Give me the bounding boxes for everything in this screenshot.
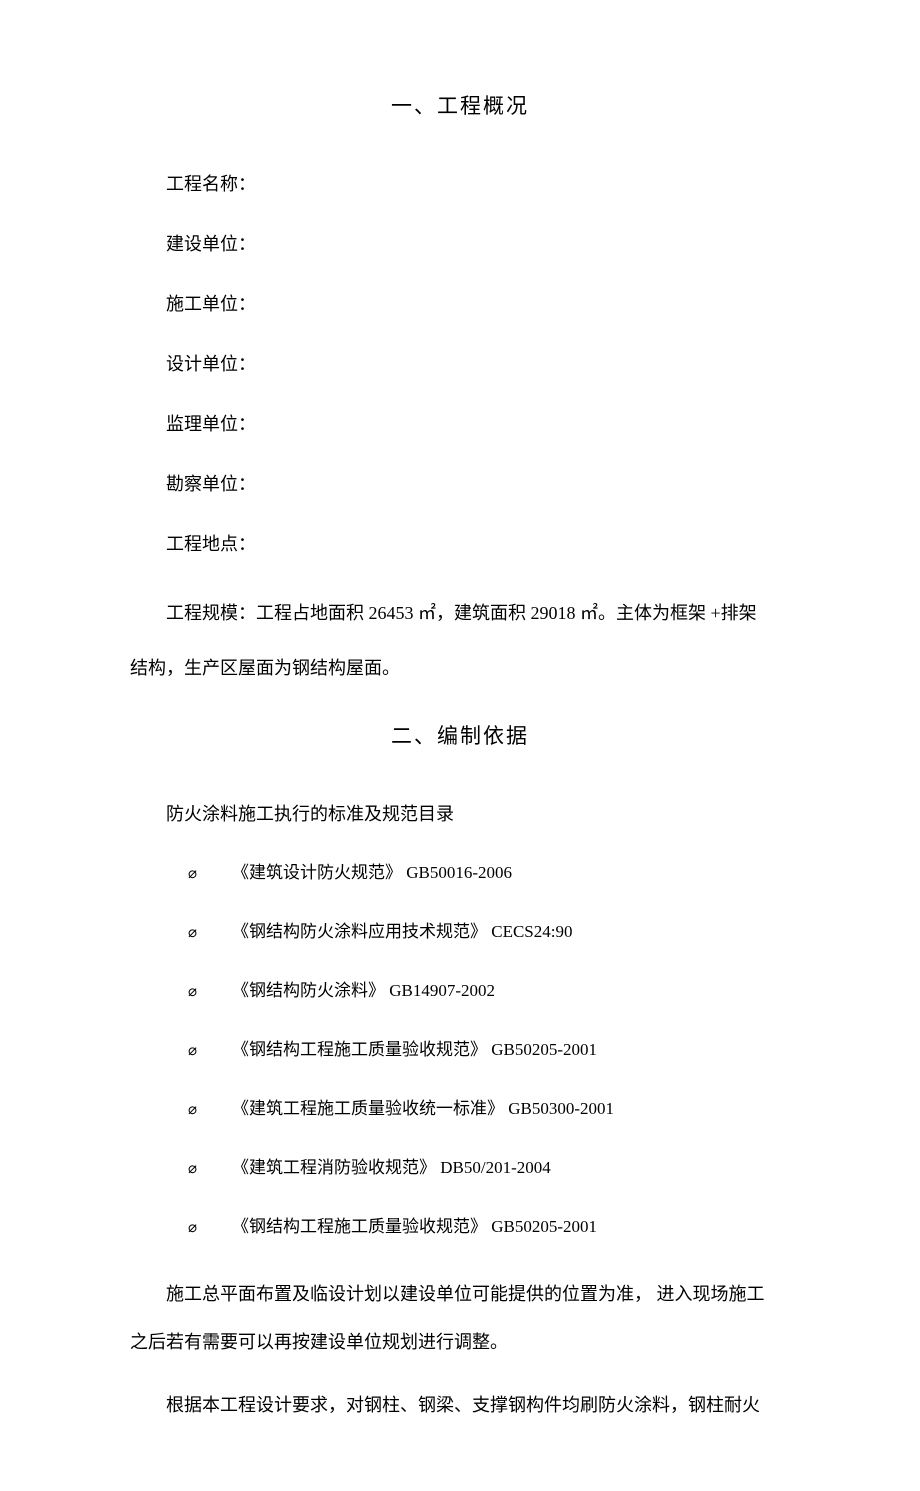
standard-item-5: ⌀《建筑工程施工质量验收统一标准》 GB50300-2001 [188,1094,790,1119]
standard-text: 《钢结构防火涂料》 GB14907-2002 [232,981,495,1000]
body-para-2: 根据本工程设计要求，对钢柱、钢梁、支撑钢构件均刷防火涂料，钢柱耐火 [130,1382,790,1429]
standard-text: 《建筑工程消防验收规范》 DB50/201-2004 [232,1158,551,1177]
bullet-icon: ⌀ [188,982,232,1001]
standard-text: 《钢结构工程施工质量验收规范》 GB50205-2001 [232,1217,597,1236]
section-2-title: 二、编制依据 [130,720,790,750]
field-location: 工程地点： [166,530,790,556]
bullet-icon: ⌀ [188,864,232,883]
body-para-1-line-1: 施工总平面布置及临设计划以建设单位可能提供的位置为准， 进入现场施工 [130,1271,790,1318]
bullet-icon: ⌀ [188,1041,232,1060]
bullet-icon: ⌀ [188,1100,232,1119]
section-1-title: 一、工程概况 [130,90,790,120]
bullet-icon: ⌀ [188,923,232,942]
bullet-icon: ⌀ [188,1159,232,1178]
standard-item-1: ⌀《建筑设计防火规范》 GB50016-2006 [188,858,790,883]
standard-item-3: ⌀《钢结构防火涂料》 GB14907-2002 [188,976,790,1001]
standard-text: 《钢结构工程施工质量验收规范》 GB50205-2001 [232,1040,597,1059]
standard-text: 《建筑工程施工质量验收统一标准》 GB50300-2001 [232,1099,614,1118]
field-contractor: 施工单位： [166,290,790,316]
project-scale-line-2: 结构，生产区屋面为钢结构屋面。 [130,645,790,692]
field-project-name: 工程名称： [166,170,790,196]
standard-item-2: ⌀《钢结构防火涂料应用技术规范》 CECS24:90 [188,917,790,942]
field-supervisor: 监理单位： [166,410,790,436]
field-surveyor: 勘察单位： [166,470,790,496]
field-designer: 设计单位： [166,350,790,376]
body-para-1-line-2: 之后若有需要可以再按建设单位规划进行调整。 [130,1319,790,1366]
bullet-icon: ⌀ [188,1218,232,1237]
project-scale-line-1: 工程规模：工程占地面积 26453 ㎡，建筑面积 29018 ㎡。主体为框架 +… [166,590,790,637]
field-builder: 建设单位： [166,230,790,256]
standards-intro: 防火涂料施工执行的标准及规范目录 [166,800,790,826]
standard-item-7: ⌀《钢结构工程施工质量验收规范》 GB50205-2001 [188,1212,790,1237]
standard-item-4: ⌀《钢结构工程施工质量验收规范》 GB50205-2001 [188,1035,790,1060]
standard-text: 《建筑设计防火规范》 GB50016-2006 [232,863,512,882]
standard-text: 《钢结构防火涂料应用技术规范》 CECS24:90 [232,922,573,941]
standard-item-6: ⌀《建筑工程消防验收规范》 DB50/201-2004 [188,1153,790,1178]
